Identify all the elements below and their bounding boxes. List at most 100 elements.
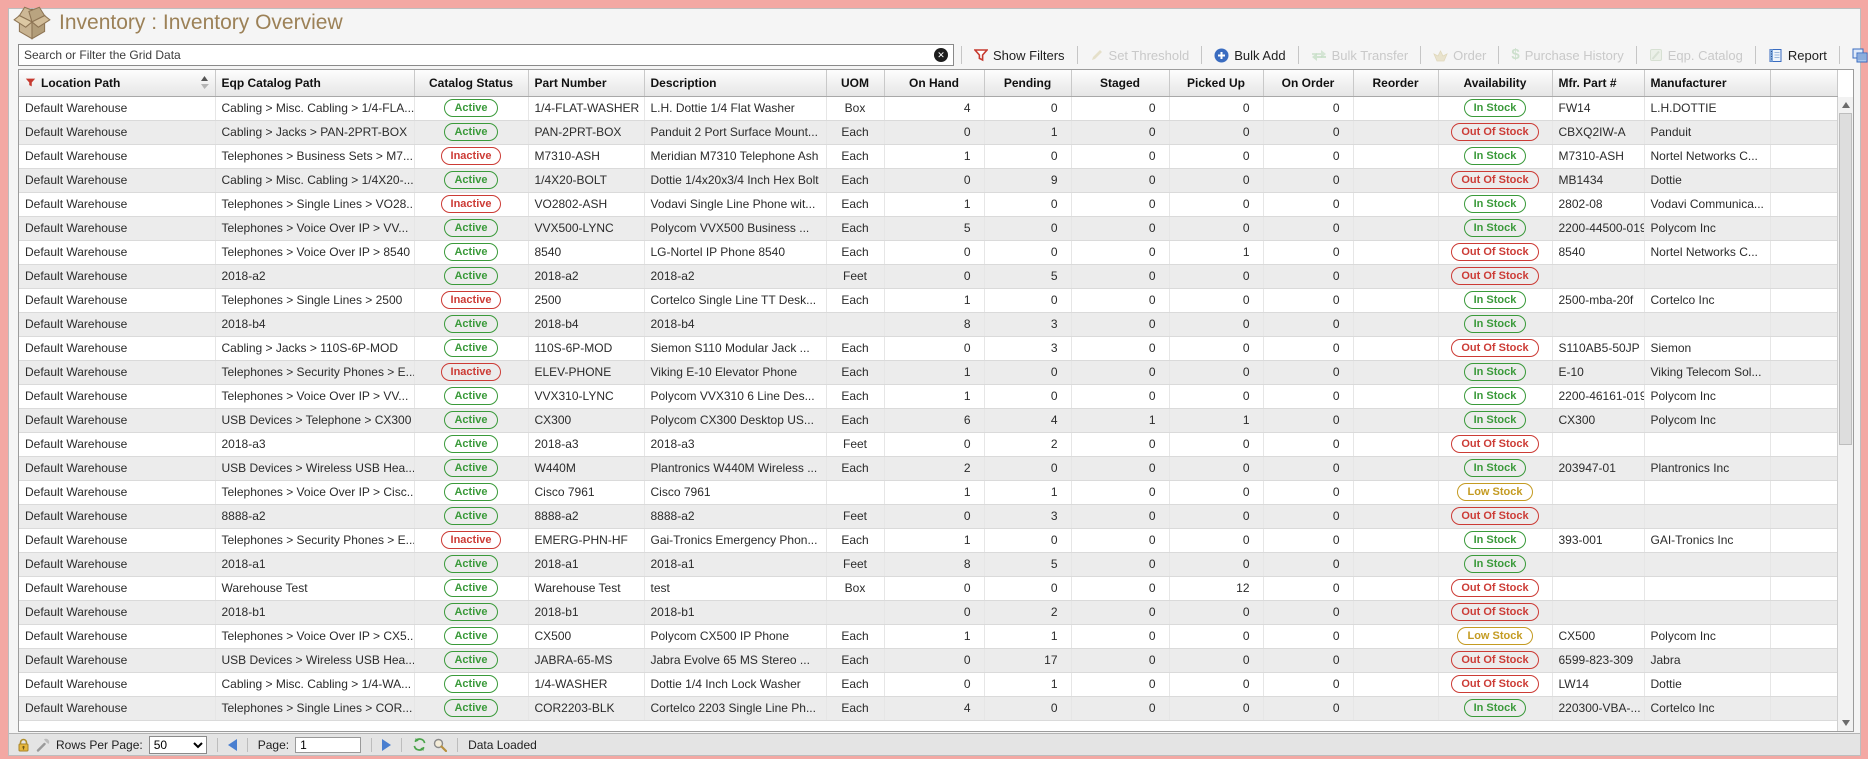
cell-availability: In Stock bbox=[1438, 552, 1552, 576]
cell-description: 2018-a3 bbox=[644, 432, 826, 456]
table-row[interactable]: Default WarehouseUSB Devices > Telephone… bbox=[19, 408, 1837, 432]
table-row[interactable]: Default WarehouseTelephones > Voice Over… bbox=[19, 480, 1837, 504]
previous-page-button[interactable] bbox=[228, 739, 237, 751]
column-header-location-path[interactable]: Location Path bbox=[19, 70, 215, 96]
cell-staged: 0 bbox=[1071, 264, 1169, 288]
table-row[interactable]: Default Warehouse2018-b4Active2018-b4201… bbox=[19, 312, 1837, 336]
table-row[interactable]: Default WarehouseTelephones > Voice Over… bbox=[19, 624, 1837, 648]
cell-picked-up: 0 bbox=[1169, 336, 1263, 360]
table-row[interactable]: Default WarehouseTelephones > Security P… bbox=[19, 528, 1837, 552]
column-header-description[interactable]: Description bbox=[644, 70, 826, 96]
table-row[interactable]: Default Warehouse2018-b1Active2018-b1201… bbox=[19, 600, 1837, 624]
column-header-manufacturer[interactable]: Manufacturer bbox=[1644, 70, 1770, 96]
cell-staged: 0 bbox=[1071, 360, 1169, 384]
table-row[interactable]: Default WarehouseTelephones > Business S… bbox=[19, 144, 1837, 168]
availability-badge: Out Of Stock bbox=[1451, 675, 1538, 693]
cell-on-hand: 0 bbox=[884, 504, 984, 528]
table-row[interactable]: Default WarehouseTelephones > Security P… bbox=[19, 360, 1837, 384]
availability-badge: In Stock bbox=[1464, 99, 1527, 117]
cell-uom: Each bbox=[826, 696, 884, 720]
column-header-staged[interactable]: Staged bbox=[1071, 70, 1169, 96]
table-row[interactable]: Default Warehouse2018-a1Active2018-a1201… bbox=[19, 552, 1837, 576]
column-header-picked-up[interactable]: Picked Up bbox=[1169, 70, 1263, 96]
refresh-icon[interactable] bbox=[412, 737, 427, 752]
scroll-down-icon[interactable] bbox=[1838, 715, 1853, 731]
table-row[interactable]: Default WarehouseUSB Devices > Wireless … bbox=[19, 648, 1837, 672]
cell-manufacturer: Jabra bbox=[1644, 648, 1770, 672]
cell-on-hand: 5 bbox=[884, 216, 984, 240]
table-row[interactable]: Default WarehouseTelephones > Voice Over… bbox=[19, 384, 1837, 408]
catalog-status-badge: Active bbox=[444, 483, 497, 501]
table-row[interactable]: Default WarehouseWarehouse TestActiveWar… bbox=[19, 576, 1837, 600]
page-number-input[interactable] bbox=[295, 737, 361, 753]
table-row[interactable]: Default WarehouseCabling > Jacks > PAN-2… bbox=[19, 120, 1837, 144]
cell-on-order: 0 bbox=[1263, 288, 1353, 312]
table-row[interactable]: Default WarehouseCabling > Misc. Cabling… bbox=[19, 672, 1837, 696]
table-row[interactable]: Default WarehouseCabling > Jacks > 110S-… bbox=[19, 336, 1837, 360]
table-row[interactable]: Default WarehouseUSB Devices > Wireless … bbox=[19, 456, 1837, 480]
magnifier-icon[interactable] bbox=[433, 738, 447, 752]
cell-mfr-part: 220300-VBA-... bbox=[1552, 696, 1644, 720]
column-header-availability[interactable]: Availability bbox=[1438, 70, 1552, 96]
column-header-reorder[interactable]: Reorder bbox=[1353, 70, 1438, 96]
filter-funnel-icon bbox=[974, 48, 988, 62]
cell-reorder bbox=[1353, 648, 1438, 672]
lock-icon[interactable] bbox=[17, 738, 30, 752]
cell-catalog-status: Active bbox=[414, 600, 528, 624]
catalog-status-badge: Active bbox=[444, 315, 497, 333]
catalog-status-badge: Active bbox=[444, 627, 497, 645]
catalog-status-badge: Inactive bbox=[441, 363, 502, 381]
cell-eqp-catalog-path: Cabling > Misc. Cabling > 1/4-WA... bbox=[215, 672, 414, 696]
wrench-icon[interactable] bbox=[36, 738, 50, 752]
column-header-catalog-status[interactable]: Catalog Status bbox=[414, 70, 528, 96]
clear-search-icon[interactable]: ✕ bbox=[934, 48, 948, 62]
table-row[interactable]: Default Warehouse8888-a2Active8888-a2888… bbox=[19, 504, 1837, 528]
column-header-pending[interactable]: Pending bbox=[984, 70, 1071, 96]
cell-pending: 0 bbox=[984, 528, 1071, 552]
column-header-filler bbox=[1770, 70, 1837, 96]
table-row[interactable]: Default WarehouseTelephones > Voice Over… bbox=[19, 240, 1837, 264]
search-input[interactable] bbox=[18, 44, 954, 66]
table-row[interactable]: Default WarehouseTelephones > Single Lin… bbox=[19, 192, 1837, 216]
column-header-on-order[interactable]: On Order bbox=[1263, 70, 1353, 96]
table-row[interactable]: Default WarehouseTelephones > Voice Over… bbox=[19, 216, 1837, 240]
cell-location-path: Default Warehouse bbox=[19, 192, 215, 216]
column-header-on-hand[interactable]: On Hand bbox=[884, 70, 984, 96]
column-header-eqp-catalog-path[interactable]: Eqp Catalog Path bbox=[215, 70, 414, 96]
table-row[interactable]: Default Warehouse2018-a3Active2018-a3201… bbox=[19, 432, 1837, 456]
table-row[interactable]: Default WarehouseCabling > Misc. Cabling… bbox=[19, 168, 1837, 192]
cell-location-path: Default Warehouse bbox=[19, 336, 215, 360]
show-filters-button[interactable]: Show Filters bbox=[969, 48, 1070, 63]
cell-pending: 2 bbox=[984, 600, 1071, 624]
cell-reorder bbox=[1353, 600, 1438, 624]
catalog-status-badge: Inactive bbox=[441, 147, 502, 165]
rows-per-page-select[interactable]: 50 bbox=[149, 736, 207, 754]
cell-mfr-part: CX500 bbox=[1552, 624, 1644, 648]
table-row[interactable]: Default WarehouseTelephones > Single Lin… bbox=[19, 288, 1837, 312]
table-row[interactable]: Default WarehouseCabling > Misc. Cabling… bbox=[19, 96, 1837, 120]
cell-part-number: W440M bbox=[528, 456, 644, 480]
cell-description: Gai-Tronics Emergency Phon... bbox=[644, 528, 826, 552]
cell-reorder bbox=[1353, 696, 1438, 720]
cell-manufacturer: Dottie bbox=[1644, 672, 1770, 696]
cell-picked-up: 0 bbox=[1169, 216, 1263, 240]
cell-pending: 1 bbox=[984, 624, 1071, 648]
cell-staged: 0 bbox=[1071, 456, 1169, 480]
perspectives-button[interactable]: Perspectives bbox=[1847, 48, 1868, 63]
cell-part-number: JABRA-65-MS bbox=[528, 648, 644, 672]
bulk-add-button[interactable]: Bulk Add bbox=[1209, 48, 1290, 63]
column-header-part-number[interactable]: Part Number bbox=[528, 70, 644, 96]
cell-mfr-part bbox=[1552, 264, 1644, 288]
table-row[interactable]: Default Warehouse2018-a2Active2018-a2201… bbox=[19, 264, 1837, 288]
report-button[interactable]: Report bbox=[1763, 48, 1832, 63]
cell-mfr-part bbox=[1552, 312, 1644, 336]
table-row[interactable]: Default WarehouseTelephones > Single Lin… bbox=[19, 696, 1837, 720]
scroll-up-icon[interactable] bbox=[1838, 97, 1853, 113]
column-header-mfr-part[interactable]: Mfr. Part # bbox=[1552, 70, 1644, 96]
vertical-scrollbar[interactable] bbox=[1837, 97, 1853, 731]
scrollbar-thumb[interactable] bbox=[1839, 113, 1852, 445]
availability-badge: In Stock bbox=[1464, 363, 1527, 381]
next-page-button[interactable] bbox=[382, 739, 391, 751]
cell-staged: 0 bbox=[1071, 696, 1169, 720]
column-header-uom[interactable]: UOM bbox=[826, 70, 884, 96]
